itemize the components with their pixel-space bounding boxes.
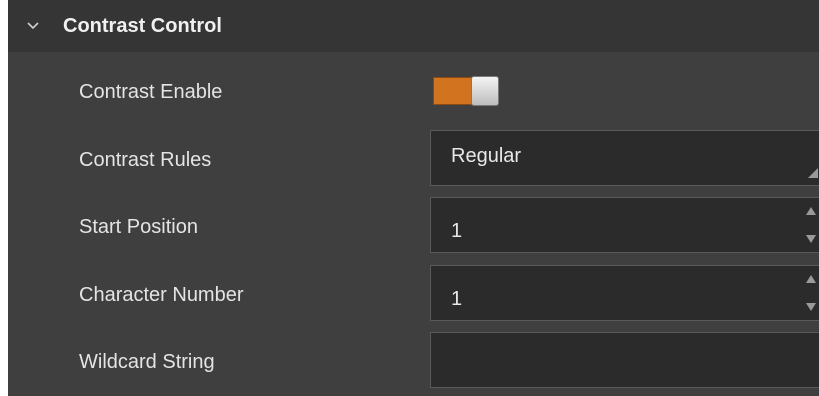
contrast-enable-label: Contrast Enable bbox=[79, 81, 223, 103]
contrast-enable-toggle[interactable] bbox=[433, 76, 499, 106]
screenshot-frame: Contrast Control Contrast Enable Contras… bbox=[0, 0, 819, 396]
spin-up-icon[interactable] bbox=[805, 274, 817, 284]
start-position-label: Start Position bbox=[79, 216, 198, 238]
spin-down-icon[interactable] bbox=[805, 302, 817, 312]
character-number-spinbox[interactable] bbox=[430, 265, 819, 321]
dropdown-corner-icon bbox=[808, 168, 818, 178]
character-number-label: Character Number bbox=[79, 284, 244, 306]
wildcard-string-label: Wildcard String bbox=[79, 351, 215, 373]
start-position-input[interactable] bbox=[431, 198, 801, 252]
contrast-rules-dropdown[interactable]: Regular bbox=[430, 130, 819, 186]
start-position-spinbox[interactable] bbox=[430, 197, 819, 253]
wildcard-string-input[interactable] bbox=[431, 333, 819, 387]
chevron-down-icon[interactable] bbox=[25, 18, 41, 34]
toggle-track bbox=[433, 77, 475, 105]
toggle-knob bbox=[471, 76, 499, 106]
spin-down-icon[interactable] bbox=[805, 234, 817, 244]
contrast-rules-label: Contrast Rules bbox=[79, 149, 212, 171]
contrast-control-panel: Contrast Control Contrast Enable Contras… bbox=[8, 0, 819, 396]
section-header[interactable]: Contrast Control bbox=[8, 0, 819, 52]
section-title: Contrast Control bbox=[63, 15, 222, 37]
wildcard-string-field[interactable] bbox=[430, 332, 819, 388]
character-number-input[interactable] bbox=[431, 266, 801, 320]
spin-up-icon[interactable] bbox=[805, 206, 817, 216]
contrast-rules-value: Regular bbox=[451, 145, 522, 167]
